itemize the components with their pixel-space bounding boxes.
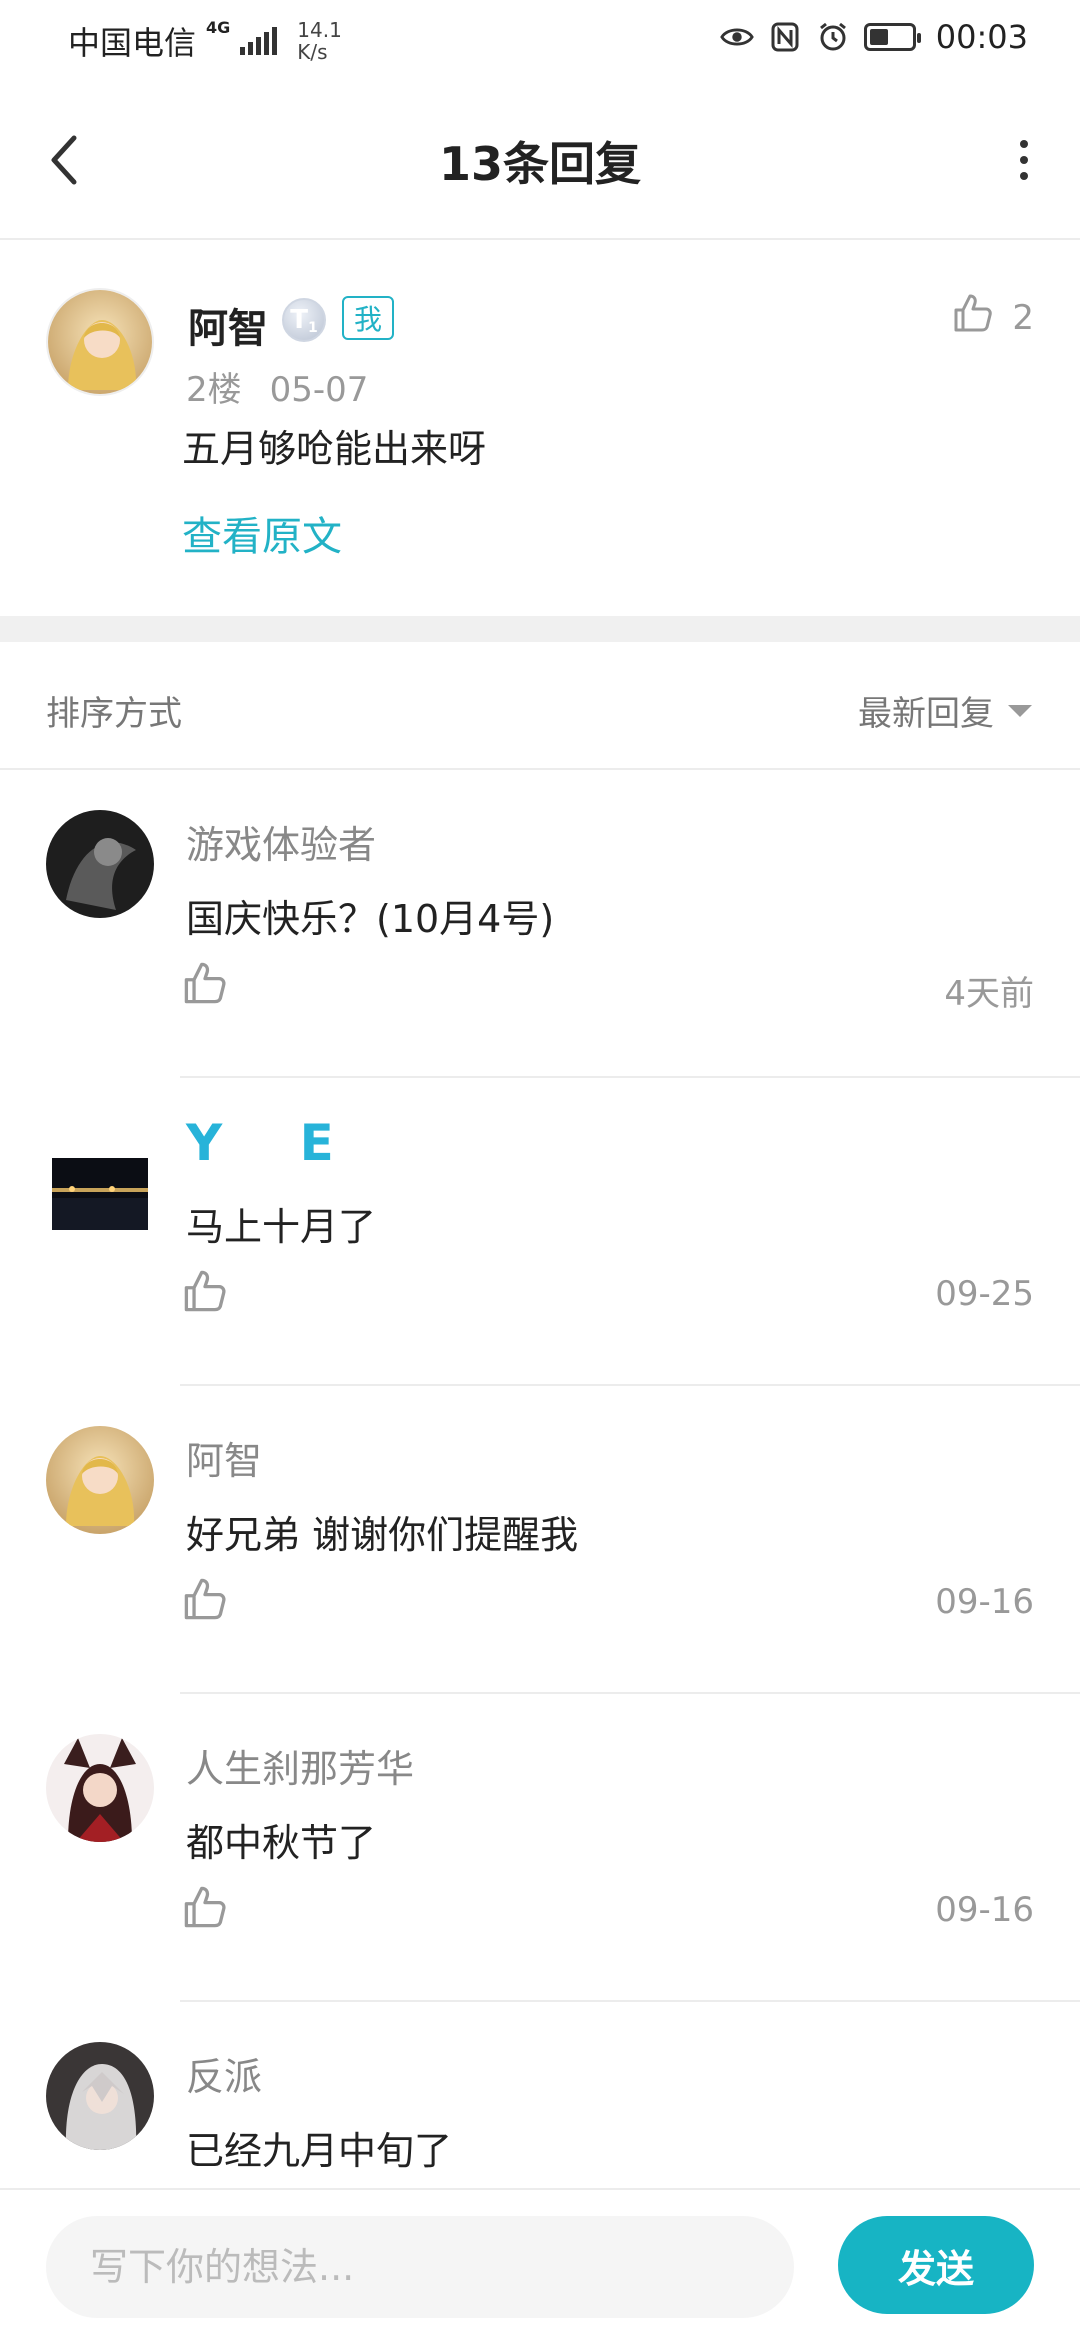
avatar[interactable]	[46, 1426, 154, 1534]
reply-item: Y E 马上十月了 09-25	[0, 1078, 1080, 1386]
avatar[interactable]	[46, 288, 154, 396]
nfc-icon	[768, 22, 802, 52]
alarm-icon	[816, 22, 850, 52]
status-left: 中国电信 4G 14.1 K/s	[68, 18, 342, 64]
sort-dropdown[interactable]: 最新回复	[858, 686, 1032, 735]
reply-content: 好兄弟 谢谢你们提醒我	[186, 1513, 579, 1557]
send-button[interactable]: 发送	[838, 2216, 1034, 2314]
thumbs-up-icon[interactable]	[182, 1268, 228, 1314]
reply-content: 都中秋节了	[186, 1821, 377, 1865]
reply-author-name[interactable]: 游戏体验者	[186, 814, 376, 869]
reply-item: 阿智 好兄弟 谢谢你们提醒我 09-16	[0, 1386, 1080, 1694]
me-badge: 我	[342, 296, 395, 340]
level-badge: T1	[282, 298, 326, 342]
comment-input[interactable]	[46, 2216, 794, 2318]
reply-time: 09-25	[935, 1274, 1034, 1314]
reply-composer: 发送	[0, 2188, 1080, 2340]
battery-icon	[863, 23, 921, 51]
status-bar: 中国电信 4G 14.1 K/s 00:03	[0, 0, 1080, 80]
reply-time: 4天前	[944, 974, 1034, 1014]
section-divider	[0, 616, 1080, 642]
avatar[interactable]	[46, 1734, 154, 1842]
view-original-link[interactable]: 查看原文	[182, 504, 342, 562]
thumbs-up-icon	[952, 292, 994, 343]
network-speed: 14.1 K/s	[297, 19, 342, 63]
thumbs-up-icon[interactable]	[182, 1884, 228, 1930]
original-post: 阿智 T1 我 2楼 05-07 五月够呛能出来呀 查看原文 2	[0, 242, 1080, 616]
clock: 00:03	[935, 18, 1028, 56]
caret-down-icon	[1008, 704, 1032, 717]
floor-number: 2楼	[186, 370, 242, 410]
reply-content: 国庆快乐？(10月4号)	[186, 897, 555, 941]
page-title: 13条回复	[438, 137, 641, 191]
thumbs-up-icon[interactable]	[182, 1576, 228, 1622]
signal-icon	[240, 27, 278, 55]
speed-unit: K/s	[297, 40, 328, 64]
like-button[interactable]: 2	[952, 292, 1034, 343]
level-badge-number: 1	[308, 320, 318, 336]
network-type: 4G	[206, 18, 231, 37]
avatar[interactable]	[46, 810, 154, 918]
reply-author-name[interactable]: 阿智	[186, 1430, 262, 1485]
reply-author-name[interactable]: 人生刹那芳华	[186, 1738, 414, 1793]
carrier-label: 中国电信	[68, 24, 197, 62]
more-vertical-icon[interactable]	[1014, 140, 1034, 180]
thumbs-up-icon[interactable]	[182, 960, 228, 1006]
speed-value: 14.1	[297, 18, 342, 42]
post-author-name[interactable]: 阿智	[188, 296, 268, 354]
reply-content: 已经九月中旬了	[186, 2129, 453, 2173]
avatar[interactable]	[52, 1158, 148, 1230]
post-content: 五月够呛能出来呀	[182, 427, 487, 471]
reply-item: 人生刹那芳华 都中秋节了 09-16	[0, 1694, 1080, 2002]
sort-bar: 排序方式 最新回复	[0, 642, 1080, 770]
sort-label: 排序方式	[46, 694, 182, 734]
reply-time: 09-16	[935, 1890, 1034, 1930]
top-app-bar: 13条回复	[0, 80, 1080, 240]
avatar[interactable]	[46, 2042, 154, 2150]
post-date: 05-07	[269, 370, 369, 410]
reply-author-name[interactable]: Y E	[186, 1114, 364, 1172]
reply-author-name[interactable]: 反派	[186, 2046, 262, 2101]
level-badge-letter: T	[290, 305, 308, 335]
like-count: 2	[1012, 297, 1034, 338]
post-meta: 2楼 05-07	[186, 362, 368, 411]
status-right: 00:03	[720, 18, 1028, 56]
eye-icon	[720, 22, 754, 52]
sort-value: 最新回复	[858, 694, 994, 734]
reply-item: 游戏体验者 国庆快乐？(10月4号) 4天前	[0, 770, 1080, 1078]
reply-content: 马上十月了	[186, 1205, 377, 1249]
reply-item: 反派 已经九月中旬了	[0, 2002, 1080, 2188]
reply-time: 09-16	[935, 1582, 1034, 1622]
